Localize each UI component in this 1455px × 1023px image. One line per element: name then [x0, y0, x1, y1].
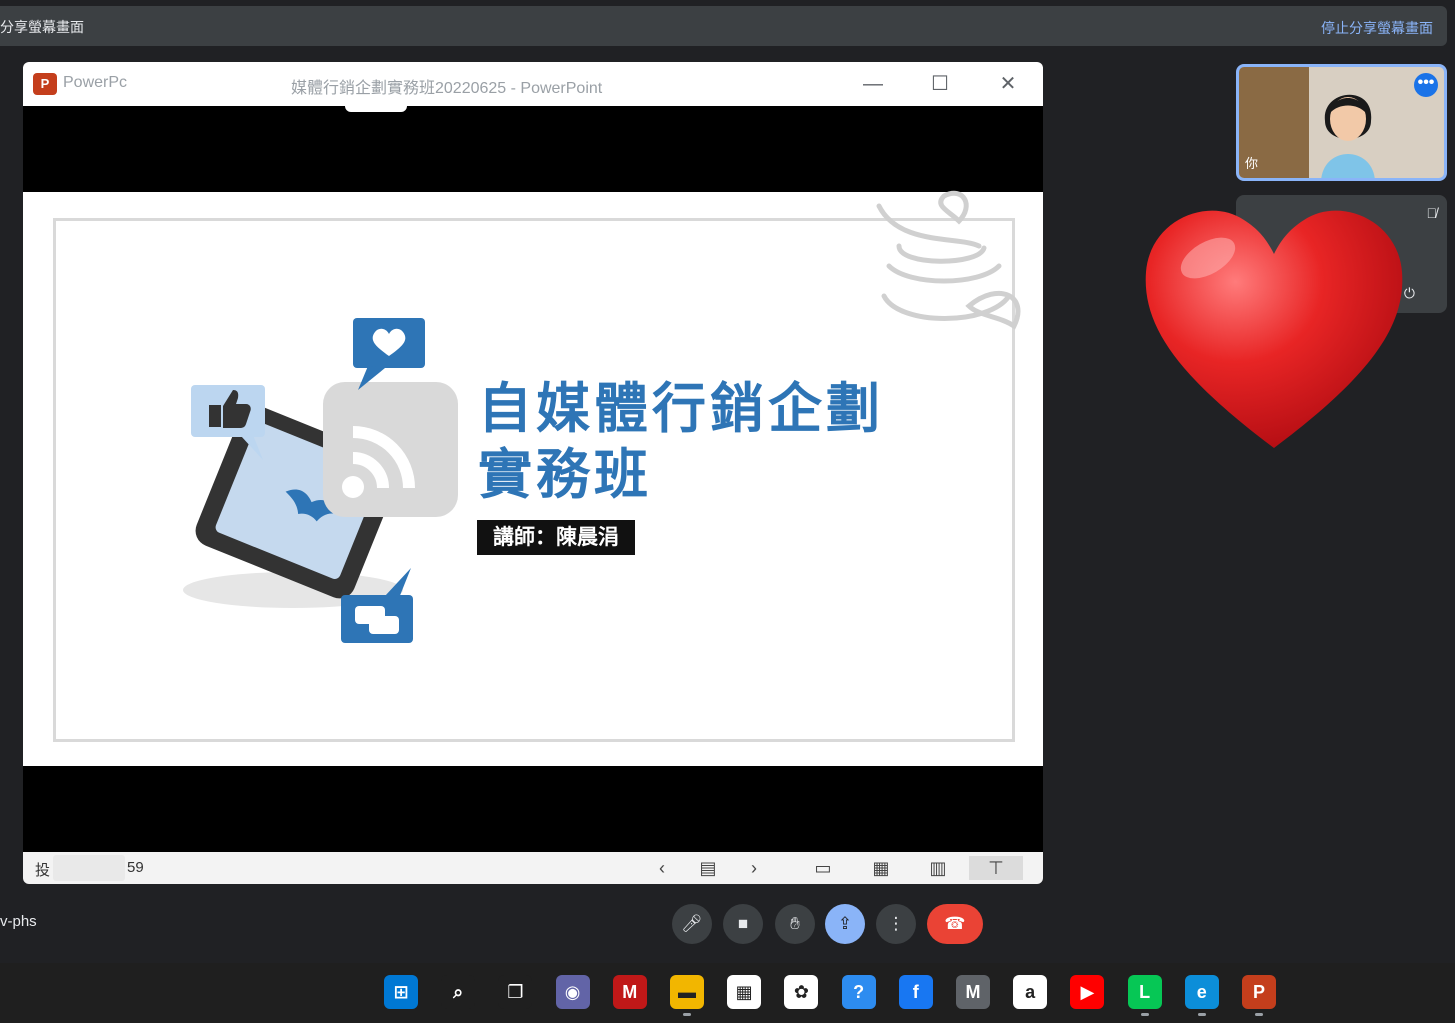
document-title: 媒體行銷企劃實務班20220625 - PowerPoint [291, 80, 603, 97]
reading-view-icon[interactable]: ▥ [924, 856, 952, 880]
meeting-code: v-phs [0, 913, 37, 930]
taskbar-microsoft-store-icon[interactable]: ▦ [727, 975, 762, 1009]
normal-view-icon[interactable]: ▭ [809, 856, 837, 880]
slide-title-line2: 實務班 [478, 443, 652, 506]
hangup-icon: ☎︎ [944, 914, 966, 933]
taskbar-amazon-icon[interactable]: a [1013, 975, 1048, 1009]
taskbar-help-icon[interactable]: ? [841, 975, 876, 1009]
slideshow-view-icon[interactable]: ⊤ [969, 856, 1023, 880]
notes-view-icon[interactable]: ▤ [694, 856, 722, 880]
more-options-button[interactable]: ⋮ [876, 904, 916, 944]
camera-button[interactable]: ■ [723, 904, 763, 944]
taskbar-youtube-icon[interactable]: ▶ [1070, 975, 1105, 1009]
share-bar-title: 分享螢幕畫面 [0, 19, 84, 35]
taskbar-line-icon[interactable]: L [1127, 975, 1162, 1009]
mic-off-icon: 🎙̸ [1426, 205, 1438, 221]
present-icon: ⇪ [837, 914, 853, 933]
participant-avatar [1321, 94, 1375, 178]
slide-counter-prefix: 投 [35, 862, 51, 879]
social-media-illustration [183, 318, 458, 643]
powerpoint-window: P PowerPc 媒體行銷企劃實務班20220625 - PowerPoint… [23, 62, 1043, 884]
mic-button[interactable]: 🎤︎ [672, 904, 712, 944]
maximize-button[interactable]: ☐ [924, 70, 956, 98]
previous-slide-button[interactable]: ‹ [648, 856, 676, 880]
powerpoint-status-bar: 投 59 ‹ ▤ › ▭ ▦ ▥ ⊤ [23, 852, 1043, 884]
taskbar-powerpoint-icon[interactable]: P [1242, 975, 1276, 1009]
more-vert-icon: ⋮ [887, 914, 905, 933]
powerpoint-titlebar: P PowerPc 媒體行銷企劃實務班20220625 - PowerPoint… [23, 62, 1043, 106]
present-button[interactable]: ⇪ [825, 904, 865, 944]
coffee-cup-icon [876, 190, 1021, 330]
close-button[interactable]: ✕ [992, 70, 1024, 98]
taskbar-running-indicator [683, 1013, 691, 1016]
taskbar-search-icon[interactable]: ⌕ [441, 975, 476, 1009]
raise-hand-button[interactable]: ✋︎ [775, 904, 815, 944]
mic-icon: 🎤︎ [681, 914, 703, 933]
taskbar-chatgpt-icon[interactable]: ✿ [784, 975, 819, 1009]
taskbar-teams-chat-icon[interactable]: ◉ [555, 975, 590, 1009]
hand-icon: ✋︎ [790, 914, 800, 933]
taskbar-gmail-m-icon[interactable]: M [956, 975, 990, 1009]
slide: 自媒體行銷企劃 實務班 講師：陳晨涓 [23, 190, 1043, 766]
stop-sharing-button[interactable]: 停止分享螢幕畫面 [1321, 18, 1433, 38]
blur-patch [345, 100, 407, 112]
powerpoint-logo-icon: P [33, 73, 57, 95]
taskbar-facebook-icon[interactable]: f [898, 975, 933, 1009]
taskbar-running-indicator [1197, 1013, 1206, 1016]
blur-patch [53, 855, 125, 881]
taskbar-task-view-icon[interactable]: ❐ [498, 975, 533, 1009]
taskbar-running-indicator [1140, 1013, 1149, 1016]
screen-share-bar: 分享螢幕畫面 停止分享螢幕畫面 [0, 6, 1447, 46]
taskbar-file-explorer-icon[interactable]: ▬ [670, 975, 704, 1009]
hangup-button[interactable]: ☎︎ [927, 904, 983, 944]
slide-title: 自媒體行銷企劃 實務班 [478, 376, 884, 508]
more-dots-icon[interactable]: ••• [1414, 73, 1438, 97]
self-label: 你 [1245, 156, 1259, 171]
heart-icon [1145, 210, 1403, 448]
slide-title-line1: 自媒體行銷企劃 [478, 377, 884, 440]
taskbar-windows-start-icon[interactable]: ⊞ [384, 975, 418, 1009]
camera-icon: ■ [737, 914, 749, 933]
slide-sorter-icon[interactable]: ▦ [867, 856, 895, 880]
next-slide-button[interactable]: › [740, 856, 768, 880]
taskbar-running-indicator [1255, 1013, 1263, 1016]
self-video-tile[interactable]: ••• 你 [1236, 64, 1447, 181]
taskbar-mcafee-icon[interactable]: M [612, 975, 647, 1009]
screen: 分享螢幕畫面 停止分享螢幕畫面 P PowerPc 媒體行銷企劃實務班20220… [0, 0, 1455, 1023]
minimize-button[interactable]: — [857, 70, 889, 98]
taskbar-edge-icon[interactable]: e [1184, 975, 1219, 1009]
app-name: PowerPc [63, 74, 128, 91]
instructor-label: 講師：陳晨涓 [477, 520, 635, 555]
slide-counter-suffix: 59 [127, 859, 144, 876]
